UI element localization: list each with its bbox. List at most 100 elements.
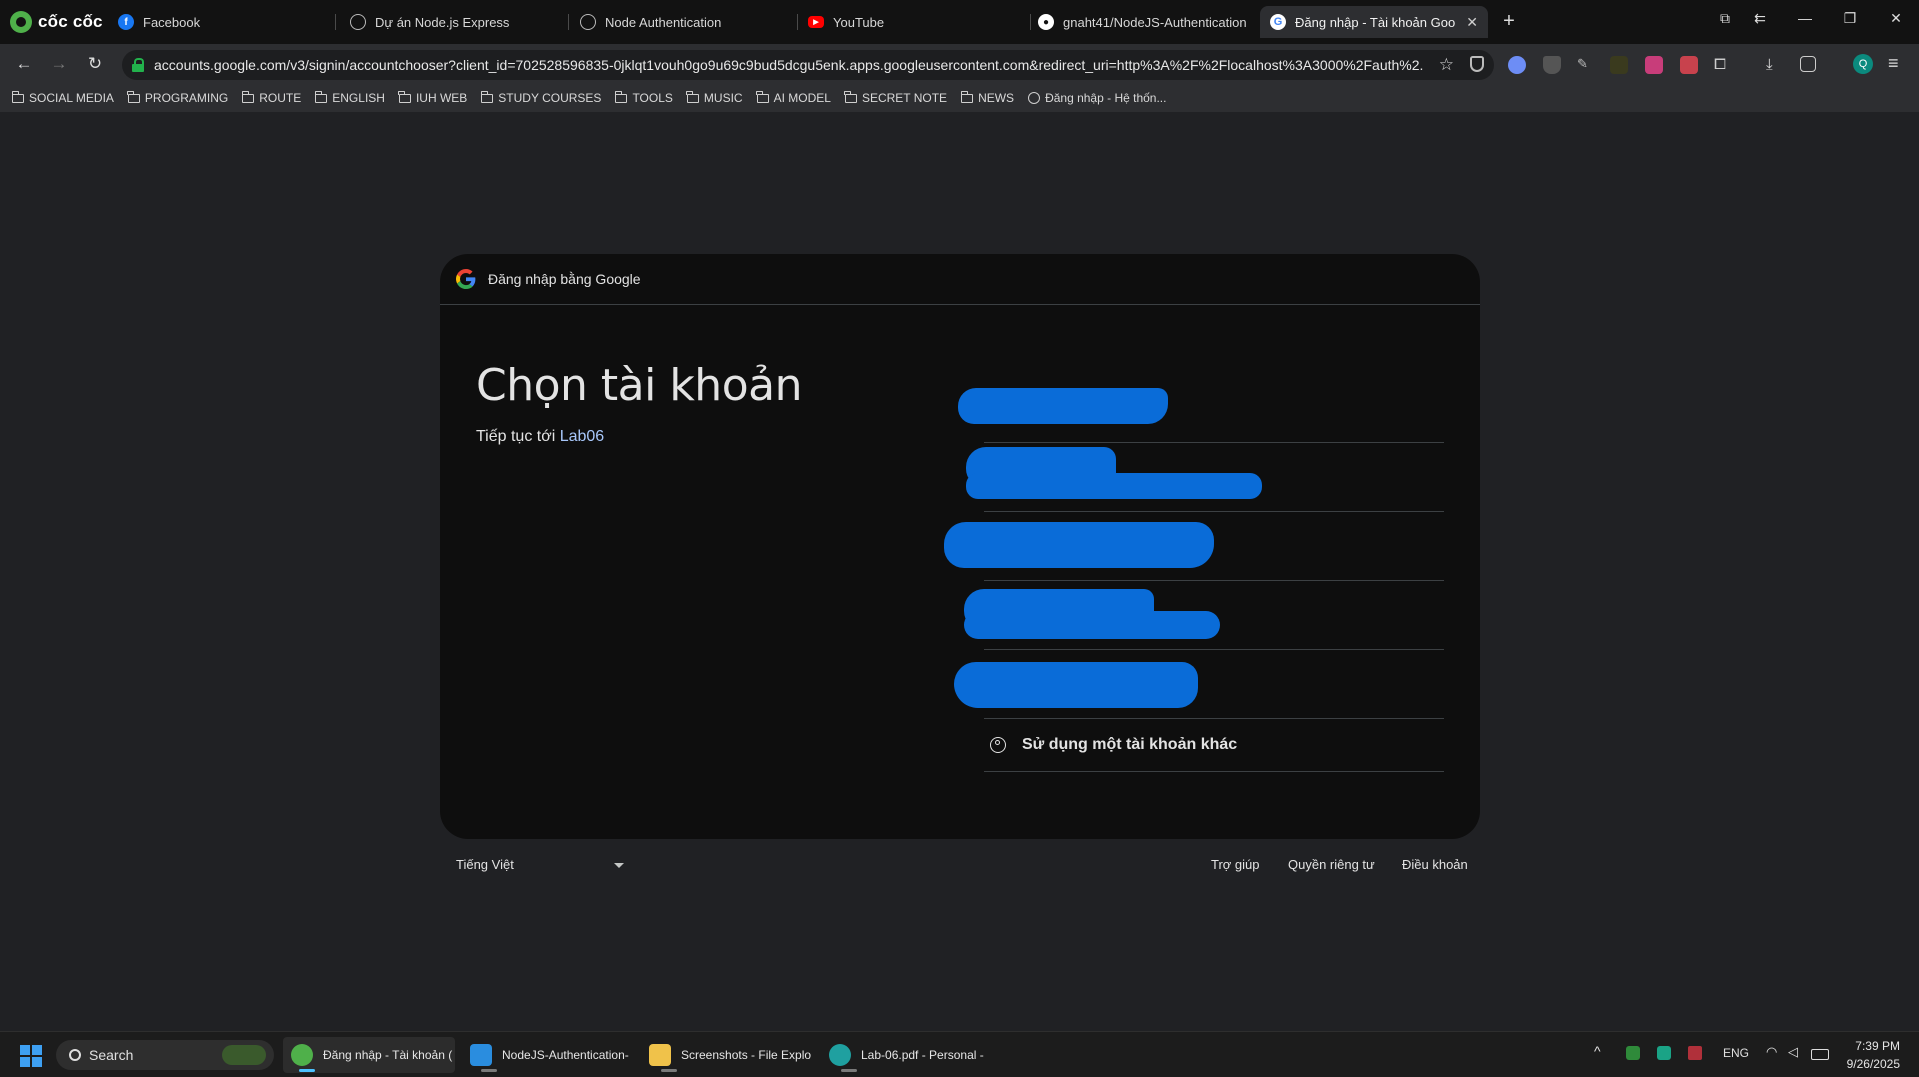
address-bar[interactable]: accounts.google.com/v3/signin/accountcho… — [122, 50, 1494, 80]
signin-card: Đăng nhập bằng Google Chọn tài khoản Tiế… — [440, 254, 1480, 839]
shield-icon[interactable] — [1470, 56, 1484, 72]
input-language[interactable]: ENG — [1723, 1046, 1749, 1060]
lock-icon[interactable] — [132, 58, 144, 72]
use-another-account-button[interactable]: Sử dụng một tài khoản khác — [984, 719, 1444, 772]
download-icon[interactable]: ⤓ — [1766, 56, 1784, 74]
folder-icon — [241, 90, 255, 103]
back-button[interactable]: ← — [12, 52, 36, 76]
app-name-link[interactable]: Lab06 — [560, 428, 605, 445]
running-indicator — [661, 1069, 677, 1072]
account-item[interactable] — [944, 512, 1444, 581]
coccoc-icon — [291, 1044, 313, 1066]
clock-time: 7:39 PM — [1855, 1039, 1900, 1053]
extension-icon[interactable] — [1680, 56, 1698, 74]
extension-icon[interactable] — [1508, 56, 1526, 74]
card-header-title: Đăng nhập bằng Google — [488, 271, 641, 287]
tab-nodejs-express[interactable]: Dự án Node.js Express — [340, 6, 560, 38]
taskbar-app-explorer[interactable]: Screenshots - File Explo — [641, 1037, 821, 1073]
taskbar-app-edge[interactable]: Lab-06.pdf - Personal - — [821, 1037, 1001, 1073]
tab-title: YouTube — [833, 14, 885, 30]
bookmark-folder[interactable]: IUH WEB — [398, 90, 467, 105]
tab-title: Node Authentication — [605, 14, 722, 30]
tab-title: gnaht41/NodeJS-Authentication — [1063, 14, 1247, 30]
account-list: Sử dụng một tài khoản khác — [944, 374, 1444, 772]
bookmark-folder[interactable]: ENGLISH — [314, 90, 385, 105]
bookmark-folder[interactable]: NEWS — [960, 90, 1014, 105]
extension-icon[interactable] — [1610, 56, 1628, 74]
globe-icon — [580, 14, 596, 30]
screenshot-icon[interactable]: ⧉ — [1713, 10, 1737, 27]
menu-icon[interactable]: ≡ — [1888, 53, 1899, 74]
tab-node-authentication[interactable]: Node Authentication — [570, 6, 790, 38]
terms-link[interactable]: Điều khoản — [1402, 857, 1468, 872]
github-icon: ● — [1038, 14, 1054, 30]
running-indicator — [841, 1069, 857, 1072]
bookmark-folder[interactable]: TOOLS — [614, 90, 673, 105]
url-text[interactable]: accounts.google.com/v3/signin/accountcho… — [154, 57, 1424, 73]
adblock-icon[interactable] — [1543, 56, 1561, 74]
globe-icon — [1028, 92, 1041, 104]
dropdown-caret-icon[interactable] — [614, 863, 624, 868]
chevron-up-icon[interactable]: ^ — [1594, 1043, 1601, 1059]
taskbar-app-vscode[interactable]: NodeJS-Authentication- — [462, 1037, 640, 1073]
taskbar-app-coccoc[interactable]: Đăng nhập - Tài khoản ( — [283, 1037, 455, 1073]
privacy-link[interactable]: Quyền riêng tư — [1288, 857, 1375, 872]
bookmarks-bar: SOCIAL MEDIA PROGRAMING ROUTE ENGLISH IU… — [0, 84, 1919, 112]
search-icon — [69, 1049, 81, 1061]
tab-facebook[interactable]: f Facebook — [108, 6, 328, 38]
new-tab-button[interactable]: + — [1496, 8, 1522, 34]
reload-button[interactable]: ↻ — [83, 52, 107, 76]
tab-youtube[interactable]: ▶ YouTube — [798, 6, 1018, 38]
pen-icon[interactable]: ✎ — [1577, 56, 1595, 74]
taskbar-search[interactable]: Search — [56, 1040, 274, 1070]
account-circle-icon — [990, 737, 1006, 753]
bookmark-star-icon[interactable]: ☆ — [1439, 55, 1454, 75]
account-item[interactable] — [964, 581, 1444, 650]
bookmark-folder[interactable]: STUDY COURSES — [480, 90, 601, 105]
bookmark-folder[interactable]: ROUTE — [241, 90, 301, 105]
tray-app-icon[interactable] — [1657, 1046, 1671, 1060]
wifi-icon[interactable]: ◠ — [1766, 1044, 1777, 1060]
bookmark-folder[interactable]: PROGRAMING — [127, 90, 228, 105]
bookmark-folder[interactable]: MUSIC — [686, 90, 743, 105]
account-item[interactable] — [958, 374, 1444, 443]
folder-icon — [649, 1044, 671, 1066]
restore-button[interactable]: ❐ — [1838, 10, 1862, 27]
tab-google-signin[interactable]: G Đăng nhập - Tài khoản Goo ✕ — [1260, 6, 1488, 38]
close-window-button[interactable]: ✕ — [1884, 10, 1908, 27]
help-link[interactable]: Trợ giúp — [1211, 857, 1260, 872]
close-tab-icon[interactable]: ✕ — [1458, 14, 1478, 31]
coccoc-logo[interactable]: cốc cốc — [10, 9, 103, 35]
battery-icon[interactable] — [1811, 1049, 1829, 1060]
account-item[interactable] — [966, 443, 1444, 512]
taskbar-app-label: Lab-06.pdf - Personal - — [861, 1048, 984, 1062]
google-icon: G — [1270, 14, 1286, 30]
browser-brand: cốc cốc — [38, 12, 103, 31]
tab-github[interactable]: ● gnaht41/NodeJS-Authentication — [1028, 6, 1250, 38]
taskbar-app-label: Đăng nhập - Tài khoản ( — [323, 1048, 453, 1062]
extension-icon[interactable] — [1645, 56, 1663, 74]
openai-icon — [350, 14, 366, 30]
folder-icon — [127, 90, 140, 103]
language-select[interactable]: Tiếng Việt — [456, 857, 626, 872]
tray-app-icon[interactable] — [1688, 1046, 1702, 1060]
tray-app-icon[interactable] — [1626, 1046, 1640, 1060]
bookmark-folder[interactable]: AI MODEL — [756, 90, 831, 105]
sidebar-icon[interactable] — [1800, 56, 1816, 72]
bookmark-folder[interactable]: SOCIAL MEDIA — [11, 90, 114, 105]
forward-button[interactable]: → — [47, 52, 71, 76]
account-item[interactable] — [954, 650, 1444, 719]
tab-divider — [568, 14, 569, 30]
puzzle-icon[interactable]: ⧠ — [1714, 56, 1732, 74]
profile-avatar[interactable]: Q — [1853, 54, 1873, 74]
back-history-icon[interactable]: ⇇ — [1748, 10, 1772, 27]
bookmark-site[interactable]: Đăng nhập - Hệ thốn... — [1028, 91, 1166, 105]
minimize-button[interactable]: — — [1793, 10, 1817, 26]
page-footer: Tiếng Việt Trợ giúp Quyền riêng tư Điều … — [440, 850, 1480, 880]
bookmark-folder[interactable]: SECRET NOTE — [844, 90, 947, 105]
browser-toolbar: ← → ↻ accounts.google.com/v3/signin/acco… — [0, 44, 1919, 84]
system-clock[interactable]: 7:39 PM 9/26/2025 — [1840, 1037, 1900, 1073]
folder-icon — [686, 90, 699, 103]
volume-icon[interactable]: ◁ — [1788, 1044, 1798, 1060]
windows-start-icon[interactable] — [20, 1045, 42, 1067]
